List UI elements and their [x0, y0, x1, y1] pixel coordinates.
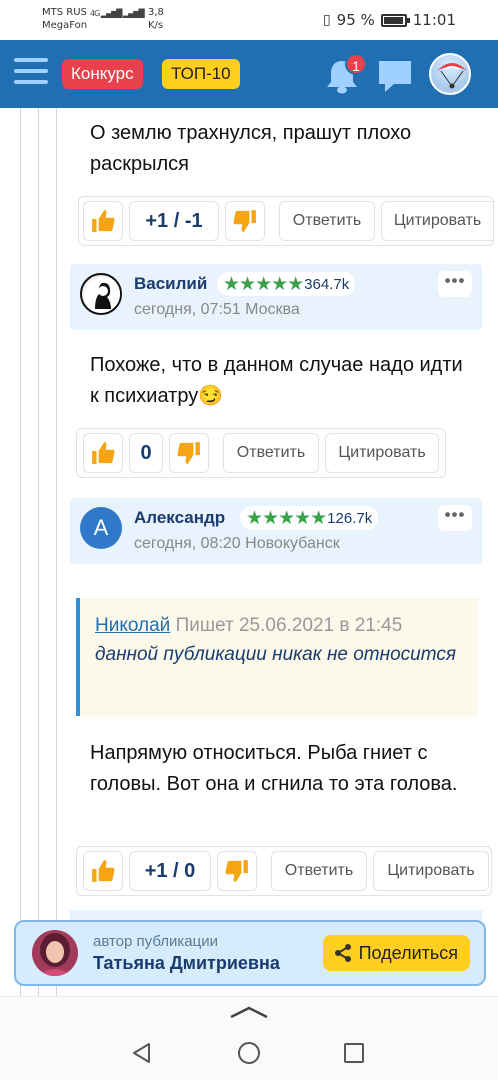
signal-icon: 4G ▂▄▆█ ▂▄▆█ [90, 9, 145, 18]
author-bar: автор публикации Татьяна Дмитриевна Поде… [14, 920, 486, 986]
comment-actions: 0 Ответить Цитировать [76, 428, 446, 478]
quote-button[interactable]: Цитировать [325, 433, 439, 473]
comment-actions: +1 / 0 Ответить Цитировать [76, 846, 492, 896]
vote-score: +1 / 0 [129, 851, 211, 891]
more-icon[interactable]: ••• [438, 505, 472, 531]
share-button[interactable]: Поделиться [322, 935, 470, 971]
network-type: 4G [90, 9, 100, 18]
top10-button[interactable]: ТОП-10 [162, 59, 240, 89]
quote-date: Пишет 25.06.2021 в 21:45 [175, 615, 403, 636]
rating-value: 364.7k [304, 275, 350, 293]
user-rating: ★★★★★ 364.7k [217, 272, 356, 296]
chat-icon[interactable] [376, 57, 414, 95]
reply-button[interactable]: Ответить [223, 433, 319, 473]
comment-actions: +1 / -1 Ответить Цитировать [78, 196, 494, 246]
comment-text: О землю трахнулся, прашут плохо раскрылс… [90, 122, 412, 175]
like-button[interactable] [83, 201, 123, 241]
app-header: Конкурс ТОП-10 1 [0, 40, 498, 108]
clock: 11:01 [412, 11, 456, 29]
vote-score: +1 / -1 [129, 201, 219, 241]
dislike-button[interactable] [217, 851, 257, 891]
home-icon[interactable] [237, 1041, 261, 1065]
comment-text: Похоже, что в данном случае надо идти к … [90, 354, 463, 407]
thread-line [56, 108, 57, 996]
status-bar: MTS RUS MegaFon 4G ▂▄▆█ ▂▄▆█ 3,8 K/s ▯ 9… [0, 0, 498, 40]
battery-fill [383, 16, 403, 24]
comment-meta: сегодня, 07:51 Москва [134, 301, 300, 318]
avatar[interactable] [80, 273, 122, 315]
thumb-up-icon [92, 442, 115, 464]
quote-author-link[interactable]: Николай [95, 615, 170, 636]
author-name[interactable]: Татьяна Дмитриевна [93, 953, 280, 974]
comment-header: А Александр ★★★★★ 126.7k сегодня, 08:20 … [70, 498, 482, 564]
thumb-down-icon [177, 442, 200, 464]
thumb-down-icon [225, 860, 248, 882]
comment-text: Напрямую относиться. Рыба гниет с головы… [90, 742, 458, 795]
reply-button[interactable]: Ответить [279, 201, 375, 241]
author-caption: автор публикации [93, 933, 218, 950]
like-button[interactable] [83, 851, 123, 891]
carrier-1: MTS RUS [42, 7, 87, 18]
rating-value: 126.7k [327, 509, 373, 527]
hamburger-icon[interactable] [14, 58, 48, 88]
battery-percent: 95 % [336, 11, 375, 29]
recent-apps-icon[interactable] [343, 1042, 365, 1064]
network-speed: 3,8 K/s [148, 6, 164, 32]
speed-value: 3,8 [148, 7, 164, 18]
comment-meta: сегодня, 08:20 Новокубанск [134, 535, 340, 552]
quote-text: данной публикации никак не относится [95, 644, 456, 665]
quoted-message: Николай Пишет 25.06.2021 в 21:45 данной … [76, 598, 478, 716]
contest-button[interactable]: Конкурс [62, 59, 143, 89]
quote-header: Николай Пишет 25.06.2021 в 21:45 [95, 612, 464, 640]
back-icon[interactable] [130, 1041, 154, 1065]
share-icon [334, 944, 351, 962]
reply-button[interactable]: Ответить [271, 851, 367, 891]
thread-line [20, 108, 21, 996]
author-avatar[interactable] [32, 930, 78, 976]
dislike-button[interactable] [169, 433, 209, 473]
star-icons: ★★★★★ [223, 273, 304, 295]
thumb-up-icon [92, 210, 115, 232]
battery-icon [380, 13, 410, 27]
vibrate-icon: ▯ [322, 12, 331, 28]
user-rating: ★★★★★ 126.7k [240, 506, 379, 530]
comment-header: Василий ★★★★★ 364.7k сегодня, 07:51 Моск… [70, 264, 482, 330]
thread-line [38, 108, 39, 996]
quote-button[interactable]: Цитировать [373, 851, 489, 891]
avatar-initial: А [93, 515, 109, 540]
share-label: Поделиться [358, 942, 458, 963]
thumb-down-icon [233, 210, 256, 232]
more-icon[interactable]: ••• [438, 271, 472, 297]
username[interactable]: Василий [134, 274, 207, 294]
dislike-button[interactable] [225, 201, 265, 241]
like-button[interactable] [83, 433, 123, 473]
notification-badge: 1 [345, 53, 367, 75]
carrier-info: MTS RUS MegaFon [42, 6, 87, 32]
quote-button[interactable]: Цитировать [381, 201, 493, 241]
username[interactable]: Александр [134, 508, 225, 528]
speed-unit: K/s [148, 20, 164, 31]
avatar[interactable]: А [80, 507, 122, 549]
vote-score: 0 [129, 433, 163, 473]
chevron-up-icon[interactable] [229, 1005, 269, 1019]
star-icons: ★★★★★ [246, 507, 327, 529]
thumb-up-icon [92, 860, 115, 882]
carrier-2: MegaFon [42, 20, 88, 31]
system-nav-bar [0, 996, 498, 1080]
status-right: ▯ 95 % 11:01 [323, 11, 456, 29]
user-avatar[interactable] [429, 53, 471, 95]
